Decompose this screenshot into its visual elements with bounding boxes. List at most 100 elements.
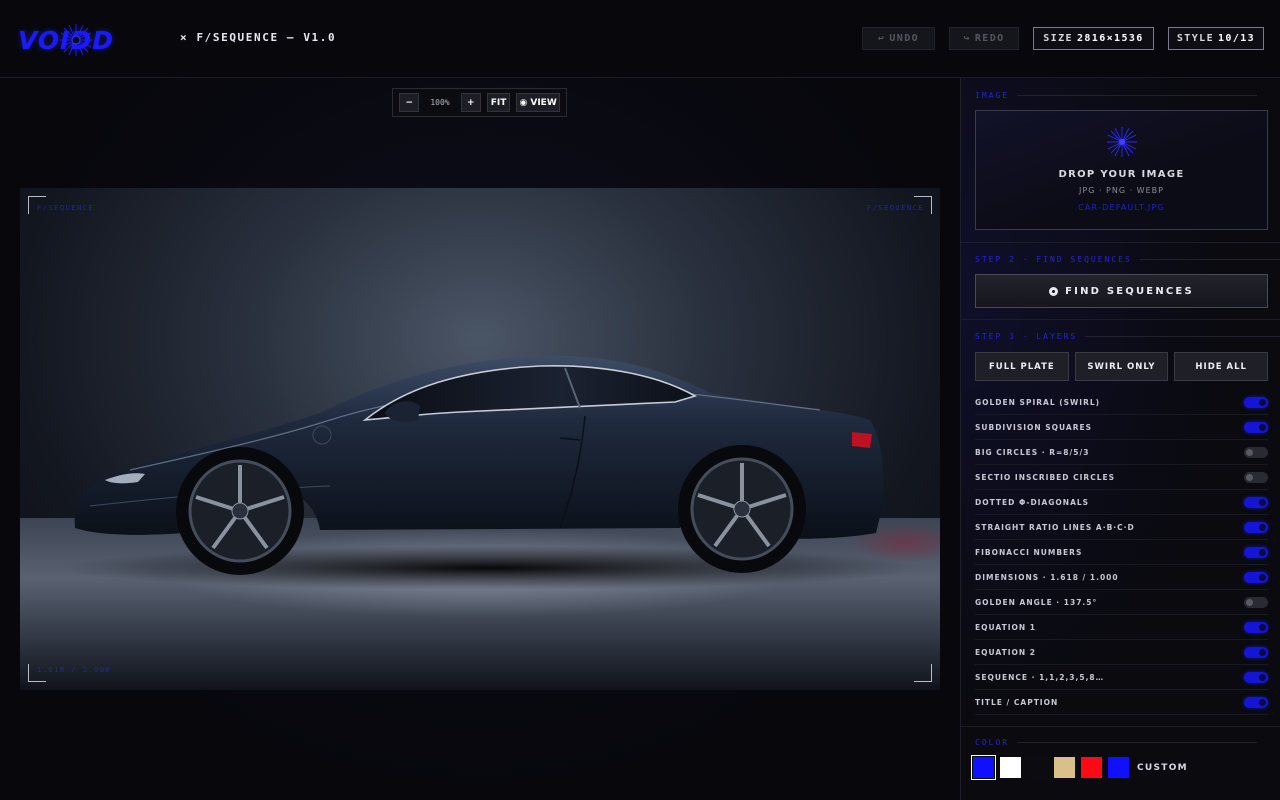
layer-label: DIMENSIONS · 1.618 / 1.000 bbox=[975, 572, 1119, 582]
color-swatch[interactable] bbox=[1027, 757, 1048, 778]
undo-arrow-icon: ↩ bbox=[877, 33, 886, 44]
toggle-knob bbox=[1259, 673, 1266, 681]
layer-row: SECTIO INSCRIBED CIRCLES bbox=[975, 465, 1268, 490]
layer-row: TITLE / CAPTION bbox=[975, 690, 1268, 715]
preset-swirl-only-button[interactable]: SWIRL ONLY bbox=[1074, 352, 1169, 381]
layer-row: GOLDEN ANGLE · 137.5° bbox=[975, 590, 1268, 615]
layer-label: EQUATION 2 bbox=[975, 647, 1036, 657]
canvas-area: − 100% + FIT ◉ VIEW F/SEQUENCE F/SEQUENC… bbox=[0, 78, 960, 800]
color-swatch[interactable] bbox=[1081, 757, 1102, 778]
toggle-knob bbox=[1259, 498, 1266, 506]
layer-toggle[interactable] bbox=[1244, 471, 1268, 483]
undo-label: UNDO bbox=[889, 33, 920, 44]
toggle-knob bbox=[1259, 548, 1266, 556]
layer-row: EQUATION 1 bbox=[975, 615, 1268, 640]
toggle-knob bbox=[1259, 523, 1266, 531]
zoom-in-button[interactable]: + bbox=[460, 93, 481, 112]
layer-row: DOTTED Φ-DIAGONALS bbox=[975, 490, 1268, 515]
size-button[interactable]: SIZE 2816×1536 bbox=[1033, 27, 1154, 50]
toggle-knob bbox=[1259, 398, 1266, 406]
toggle-knob bbox=[1259, 423, 1266, 431]
toggle-knob bbox=[1259, 648, 1266, 656]
preset-full-plate-button[interactable]: FULL PLATE bbox=[975, 352, 1069, 381]
preset-hide-all-button[interactable]: HIDE ALL bbox=[1174, 352, 1269, 381]
eye-icon: ◉ bbox=[519, 97, 528, 108]
starburst-icon bbox=[1107, 127, 1137, 157]
target-icon bbox=[1049, 286, 1059, 296]
layer-label: GOLDEN SPIRAL (SWIRL) bbox=[975, 397, 1101, 407]
zoom-toolbar: − 100% + FIT ◉ VIEW bbox=[392, 88, 567, 117]
layer-toggle[interactable] bbox=[1244, 596, 1268, 608]
image-dropzone[interactable]: DROP YOUR IMAGE JPG · PNG · WEBP CAR-DEF… bbox=[975, 110, 1268, 230]
layer-toggle[interactable] bbox=[1244, 496, 1268, 508]
undo-button[interactable]: ↩ UNDO bbox=[862, 27, 935, 50]
image-preview[interactable]: F/SEQUENCE F/SEQUENCE 1.618 / 1.000 bbox=[20, 188, 940, 690]
dropzone-title: DROP YOUR IMAGE bbox=[1058, 169, 1185, 180]
layer-toggle[interactable] bbox=[1244, 546, 1268, 558]
redo-label: REDO bbox=[974, 33, 1005, 44]
layer-row: SEQUENCE · 1,1,2,3,5,8… bbox=[975, 665, 1268, 690]
section-label-step3: STEP 3 · LAYERS bbox=[975, 332, 1280, 341]
color-swatch[interactable] bbox=[1000, 757, 1021, 778]
layer-row: BIG CIRCLES · R=8/5/3 bbox=[975, 440, 1268, 465]
starburst-icon bbox=[60, 24, 92, 56]
layer-label: SEQUENCE · 1,1,2,3,5,8… bbox=[975, 672, 1105, 682]
layer-row: DIMENSIONS · 1.618 / 1.000 bbox=[975, 565, 1268, 590]
fit-button[interactable]: FIT bbox=[486, 93, 511, 112]
style-button[interactable]: STYLE 10/13 bbox=[1168, 27, 1264, 50]
corner-label-bottom-left: 1.618 / 1.000 bbox=[37, 666, 112, 674]
layer-label: FIBONACCI NUMBERS bbox=[975, 547, 1083, 557]
color-swatches: CUSTOM bbox=[971, 755, 1188, 780]
layer-label: SUBDIVISION SQUARES bbox=[975, 422, 1093, 432]
layer-toggle[interactable] bbox=[1244, 421, 1268, 433]
layer-toggle[interactable] bbox=[1244, 671, 1268, 683]
section-label-image: IMAGE bbox=[975, 91, 1258, 100]
layer-row: SUBDIVISION SQUARES bbox=[975, 415, 1268, 440]
zoom-level: 100% bbox=[430, 98, 450, 107]
view-button[interactable]: ◉ VIEW bbox=[516, 93, 560, 112]
toggle-knob bbox=[1246, 598, 1253, 606]
top-bar: VOIDD × F/SEQUENCE — V1.0 ↩ UNDO ↪ REDO … bbox=[0, 0, 1280, 78]
color-swatch[interactable] bbox=[971, 755, 996, 780]
layer-toggle[interactable] bbox=[1244, 446, 1268, 458]
layer-toggle[interactable] bbox=[1244, 621, 1268, 633]
view-label: VIEW bbox=[530, 97, 557, 108]
toggle-knob bbox=[1259, 623, 1266, 631]
style-label: STYLE bbox=[1176, 33, 1214, 44]
custom-color-label[interactable]: CUSTOM bbox=[1137, 763, 1188, 773]
layer-toggle[interactable] bbox=[1244, 646, 1268, 658]
layer-list: GOLDEN SPIRAL (SWIRL) SUBDIVISION SQUARES… bbox=[975, 390, 1268, 715]
layer-label: GOLDEN ANGLE · 137.5° bbox=[975, 597, 1098, 607]
find-sequences-button[interactable]: FIND SEQUENCES bbox=[975, 274, 1268, 308]
toggle-knob bbox=[1246, 473, 1253, 481]
size-label: SIZE bbox=[1043, 33, 1073, 44]
layer-toggle[interactable] bbox=[1244, 571, 1268, 583]
layer-row: GOLDEN SPIRAL (SWIRL) bbox=[975, 390, 1268, 415]
size-value: 2816×1536 bbox=[1076, 33, 1144, 44]
layer-label: STRAIGHT RATIO LINES A·B·C·D bbox=[975, 522, 1135, 532]
toggle-knob bbox=[1246, 448, 1253, 456]
redo-button[interactable]: ↪ REDO bbox=[949, 27, 1019, 50]
style-value: 10/13 bbox=[1218, 33, 1256, 44]
zoom-out-button[interactable]: − bbox=[399, 93, 420, 112]
section-label-color: COLOR bbox=[975, 738, 1258, 747]
custom-color-swatch[interactable] bbox=[1108, 757, 1129, 778]
toggle-knob bbox=[1259, 573, 1266, 581]
layer-label: DOTTED Φ-DIAGONALS bbox=[975, 497, 1090, 507]
layer-toggle[interactable] bbox=[1244, 696, 1268, 708]
layer-row: STRAIGHT RATIO LINES A·B·C·D bbox=[975, 515, 1268, 540]
dropzone-formats: JPG · PNG · WEBP bbox=[1079, 186, 1164, 195]
settings-panel: IMAGE DROP YOUR IMAGE JPG · PNG · WEBP C… bbox=[960, 78, 1280, 800]
logo: VOIDD bbox=[18, 22, 168, 58]
section-label-step2: STEP 2 · FIND SEQUENCES bbox=[975, 255, 1280, 264]
redo-arrow-icon: ↪ bbox=[963, 33, 971, 44]
layer-row: FIBONACCI NUMBERS bbox=[975, 540, 1268, 565]
corner-label-top-left: F/SEQUENCE bbox=[37, 204, 95, 212]
layer-toggle[interactable] bbox=[1244, 521, 1268, 533]
layer-label: TITLE / CAPTION bbox=[975, 697, 1059, 707]
layer-toggle[interactable] bbox=[1244, 396, 1268, 408]
layer-label: SECTIO INSCRIBED CIRCLES bbox=[975, 472, 1116, 482]
app-title: × F/SEQUENCE — V1.0 bbox=[180, 31, 337, 44]
color-swatch[interactable] bbox=[1054, 757, 1075, 778]
find-sequences-label: FIND SEQUENCES bbox=[1065, 285, 1194, 297]
